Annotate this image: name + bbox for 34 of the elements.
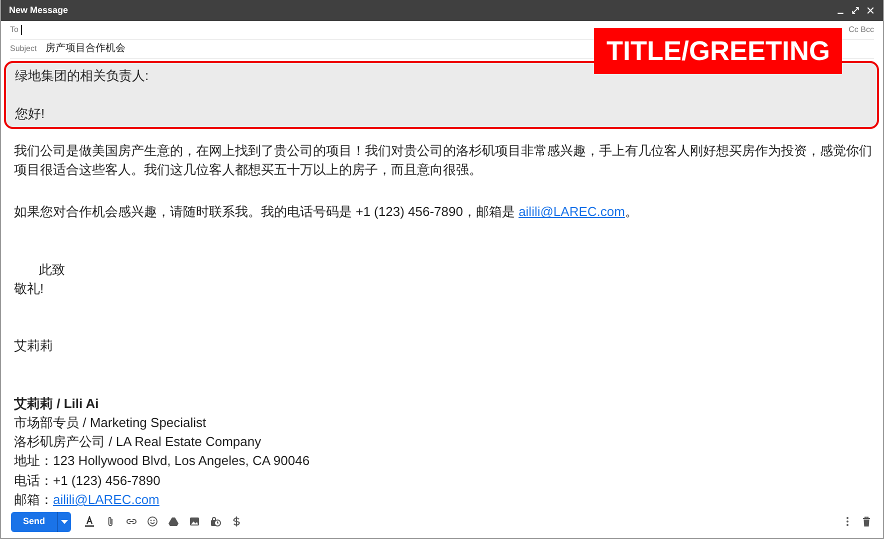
caret-icon xyxy=(61,520,68,524)
cc-bcc-link[interactable]: Cc Bcc xyxy=(848,24,874,36)
subject-label: Subject xyxy=(10,42,37,55)
text-format-icon[interactable] xyxy=(84,516,95,528)
expand-icon[interactable] xyxy=(851,6,860,15)
send-options-button[interactable] xyxy=(57,512,72,532)
email-link[interactable]: ailili@LAREC.com xyxy=(53,492,160,508)
lock-clock-icon[interactable] xyxy=(210,516,221,528)
signature-line: 洛杉矶房产公司 / LA Real Estate Company xyxy=(14,434,262,450)
trash-icon[interactable] xyxy=(860,516,872,528)
signature-line: 地址：123 Hollywood Blvd, Los Angeles, CA 90046 xyxy=(14,453,310,468)
greeting-text: 您好! xyxy=(15,105,46,124)
sender-name: 艾莉莉 xyxy=(14,338,53,354)
signature-line: 电话：+1 (123) 456-7890 xyxy=(14,472,160,488)
drive-icon[interactable] xyxy=(168,516,179,528)
send-button[interactable]: Send xyxy=(11,512,58,532)
smiley-icon[interactable] xyxy=(146,516,158,528)
signature-line: 邮箱： xyxy=(14,492,53,508)
photo-icon[interactable] xyxy=(188,516,200,528)
dollar-icon[interactable] xyxy=(230,516,242,528)
body-paragraph: 如果您对合作机会感兴趣，请随时联系我。我的电话号码是 +1 (123) 456-7890，邮箱是 ailili@LAREC.com。 xyxy=(14,203,639,222)
greeting-text: 绿地集团的相关负责人: xyxy=(15,66,150,85)
signature-line: 艾莉莉 / Lili Ai xyxy=(14,396,99,411)
closing-text: 敬礼! xyxy=(14,280,44,298)
closing-text: 此致 xyxy=(39,260,65,279)
to-label: To xyxy=(10,24,18,36)
body-paragraph: 我们公司是做美国房产生意的，在网上找到了贵公司的项目！我们对贵公司的洛杉矶项目非常感兴趣，手上有几位客人刚好想买房作为投资，感觉你们项目很适合这些客人。我们这几位客人都想买五十万以上的房子，而且意向很强。 xyxy=(14,142,873,180)
email-link[interactable]: ailili@LAREC.com xyxy=(518,204,625,220)
annotation-label: TITLE/GREETING xyxy=(594,28,842,74)
window-title: New Message xyxy=(9,4,68,17)
signature-line: 市场部专员 / Marketing Specialist xyxy=(14,414,206,430)
close-icon[interactable] xyxy=(866,6,875,15)
subject-field[interactable]: 房产项目合作机会 xyxy=(46,41,126,56)
text-cursor xyxy=(21,24,22,35)
